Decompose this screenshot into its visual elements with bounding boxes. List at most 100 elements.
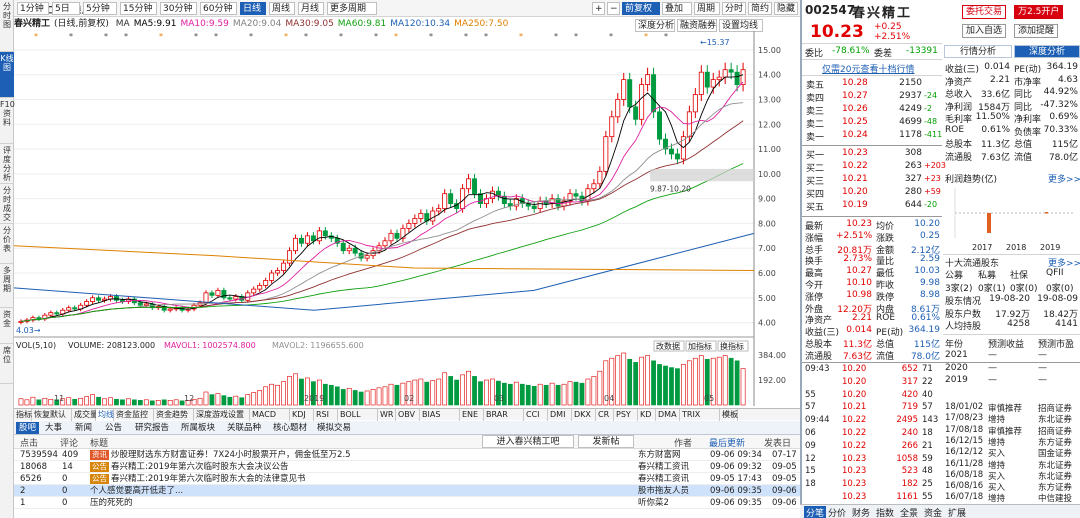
indicator-tab[interactable]: BRAR bbox=[484, 409, 524, 421]
tab-market-analysis[interactable]: 行情分析 bbox=[944, 45, 1012, 58]
report-broker[interactable]: 招商证券 bbox=[1038, 425, 1072, 437]
period-5min[interactable]: 5分钟 bbox=[83, 2, 117, 15]
news-author[interactable]: 股市拖友人员 bbox=[638, 485, 706, 497]
indicator-tab[interactable]: 资金趋势 bbox=[154, 409, 194, 421]
news-tab-guba[interactable]: 股吧 bbox=[16, 422, 40, 434]
period-daily[interactable]: 日线 bbox=[240, 2, 266, 15]
vtab-price-table[interactable]: 分价表 bbox=[0, 224, 14, 264]
book-price[interactable]: 10.23 bbox=[842, 148, 868, 158]
btab-extend[interactable]: 扩展 bbox=[948, 506, 966, 518]
report-broker[interactable]: 东方证券 bbox=[1038, 436, 1072, 448]
vtab-fund[interactable]: 资金 bbox=[0, 308, 14, 344]
simple-button[interactable]: 简约 bbox=[748, 2, 772, 15]
vtab-multi-period[interactable]: 多周期 bbox=[0, 264, 14, 308]
news-title[interactable]: 资讯 炒股理财选东方财富证券！7X24小时股票开户，佣金低至万2.5 bbox=[90, 449, 630, 461]
report-broker[interactable]: 东北证券 bbox=[1038, 470, 1072, 482]
book-price[interactable]: 10.25 bbox=[842, 117, 868, 127]
level2-link[interactable]: 仅需20元查看十档行情 bbox=[822, 62, 914, 75]
btab-price[interactable]: 分价 bbox=[828, 506, 846, 518]
report-broker[interactable]: 中信建投 bbox=[1038, 492, 1072, 504]
news-row[interactable]: 6526 0 公告 春兴精工:2019年第六次临时股东大会的法律意见书 春兴精工资讯 09… bbox=[14, 473, 800, 485]
period-15min[interactable]: 15分钟 bbox=[120, 2, 157, 15]
report-broker[interactable]: 东方证券 bbox=[1038, 481, 1072, 493]
period-30min[interactable]: 30分钟 bbox=[160, 2, 197, 15]
tab-deep-analysis[interactable]: 深度分析 bbox=[1014, 45, 1080, 58]
indicator-tab[interactable]: MACD bbox=[250, 409, 290, 421]
book-price[interactable]: 10.21 bbox=[842, 174, 868, 184]
volume-button[interactable]: 加指标 bbox=[685, 340, 717, 352]
indicator-tab[interactable]: 恢复默认 bbox=[32, 409, 72, 421]
report-broker[interactable]: 东北证券 bbox=[1038, 413, 1072, 425]
news-tab-sector[interactable]: 所属板块 bbox=[178, 422, 218, 434]
news-tab-research[interactable]: 研究报告 bbox=[132, 422, 172, 434]
book-price[interactable]: 10.19 bbox=[842, 200, 868, 210]
report-broker[interactable]: 招商证券 bbox=[1038, 402, 1072, 414]
indicator-tab[interactable]: TRIX bbox=[680, 409, 720, 421]
news-tab-events[interactable]: 大事 bbox=[42, 422, 65, 434]
intraday-button[interactable]: 分时 bbox=[722, 2, 746, 15]
period-5day[interactable]: 5日 bbox=[52, 2, 80, 15]
period-60min[interactable]: 60分钟 bbox=[200, 2, 237, 15]
book-price[interactable]: 10.26 bbox=[842, 104, 868, 114]
vtab-seats[interactable]: 席位 bbox=[0, 344, 14, 384]
vtab-f10[interactable]: F10资料 bbox=[0, 98, 15, 144]
vtab-trades[interactable]: 分时成交 bbox=[0, 184, 14, 224]
vtab-rating[interactable]: 评度分析 bbox=[0, 144, 14, 184]
report-broker[interactable]: 国金证券 bbox=[1038, 447, 1072, 459]
news-author[interactable]: 听你菜2 bbox=[638, 497, 706, 509]
hide-button[interactable]: 隐藏 bbox=[774, 2, 798, 15]
news-tab-notice[interactable]: 公告 bbox=[102, 422, 125, 434]
news-title[interactable]: 个人感觉要高开低走了... bbox=[90, 485, 630, 497]
kline-chart[interactable]: 15.00 14.00 13.00 12.00 11.00 10.00 9.00 8.00 7.… bbox=[14, 31, 800, 409]
indicator-tab[interactable]: WR bbox=[378, 409, 396, 421]
news-tab-related[interactable]: 关联品种 bbox=[224, 422, 264, 434]
news-row[interactable]: 7539594 409 资讯 炒股理财选东方财富证券！7X24小时股票开户，佣金低至万… bbox=[14, 449, 800, 461]
book-price[interactable]: 10.24 bbox=[842, 130, 868, 140]
kline-svg[interactable]: 15.00 14.00 13.00 12.00 11.00 10.00 9.00 8.00 7.… bbox=[14, 31, 800, 408]
news-title-text[interactable]: 春兴精工:2019年第六次临时股东大会的法律意见书 bbox=[111, 474, 306, 484]
zoom-out-button[interactable]: − bbox=[607, 2, 620, 15]
news-row[interactable]: 1 0 压的死死的 听你菜2 09-06 09:35 09-06 bbox=[14, 497, 800, 509]
indicator-tab[interactable]: CR bbox=[596, 409, 614, 421]
cycle-button[interactable]: 周期 bbox=[694, 2, 720, 15]
news-head-updated[interactable]: 最后更新 bbox=[709, 436, 745, 449]
btab-finance[interactable]: 财务 bbox=[852, 506, 870, 518]
indicator-tab[interactable]: 均线 bbox=[96, 409, 114, 421]
period-more[interactable]: 更多周期 bbox=[327, 2, 377, 15]
new-post-button[interactable]: 发新帖 bbox=[578, 435, 634, 448]
btab-panorama[interactable]: 全景 bbox=[900, 506, 918, 518]
news-title-text[interactable]: 个人感觉要高开低走了... bbox=[90, 486, 183, 496]
indicator-tab[interactable]: CCI bbox=[524, 409, 548, 421]
indicator-tab[interactable]: 深度游戏设置 bbox=[194, 409, 250, 421]
enter-bar-button[interactable]: 进入春兴精工吧 bbox=[482, 435, 574, 448]
news-head-posted[interactable]: 发表日 bbox=[764, 436, 791, 449]
vtab-intraday[interactable]: 分时图 bbox=[0, 0, 14, 52]
book-price[interactable]: 10.20 bbox=[842, 187, 868, 197]
indicator-tab[interactable]: BOLL bbox=[338, 409, 378, 421]
period-weekly[interactable]: 周线 bbox=[269, 2, 295, 15]
btab-index[interactable]: 指数 bbox=[876, 506, 894, 518]
add-alert-button[interactable]: 添加提醒 bbox=[1014, 24, 1059, 38]
news-title[interactable]: 压的死死的 bbox=[90, 497, 630, 509]
news-title-text[interactable]: 炒股理财选东方财富证券！7X24小时股票开户，佣金低至万2.5 bbox=[111, 450, 351, 460]
book-price[interactable]: 10.22 bbox=[842, 161, 868, 171]
news-author[interactable]: 春兴精工资讯 bbox=[638, 461, 706, 473]
overlay-button[interactable]: 叠加 bbox=[662, 2, 692, 15]
indicator-tab[interactable]: 成交量 bbox=[72, 409, 98, 421]
indicator-tab[interactable]: KDJ bbox=[290, 409, 314, 421]
period-1min[interactable]: 1分钟 bbox=[17, 2, 49, 15]
indicator-tab[interactable]: DMI bbox=[548, 409, 572, 421]
news-title-text[interactable]: 压的死死的 bbox=[90, 498, 133, 508]
news-author[interactable]: 春兴精工资讯 bbox=[638, 473, 706, 485]
news-author[interactable]: 东方财富网 bbox=[638, 449, 706, 461]
indicator-tab[interactable]: KD bbox=[638, 409, 656, 421]
news-row[interactable]: 18068 14 公告 春兴精工:2019年第六次临时股东大会决议公告 春兴精工资讯 09… bbox=[14, 461, 800, 473]
open-account-button[interactable]: 万2.5开户 bbox=[1014, 5, 1064, 19]
book-price[interactable]: 10.28 bbox=[842, 78, 868, 88]
book-price[interactable]: 10.27 bbox=[842, 91, 868, 101]
indicator-tab[interactable]: 资金监控 bbox=[114, 409, 154, 421]
indicator-tab[interactable]: 指标 bbox=[14, 409, 32, 421]
news-title-text[interactable]: 春兴精工:2019年第六次临时股东大会决议公告 bbox=[111, 462, 289, 472]
volume-button[interactable]: 改数据 bbox=[653, 340, 685, 352]
btab-fund[interactable]: 资金 bbox=[924, 506, 942, 518]
